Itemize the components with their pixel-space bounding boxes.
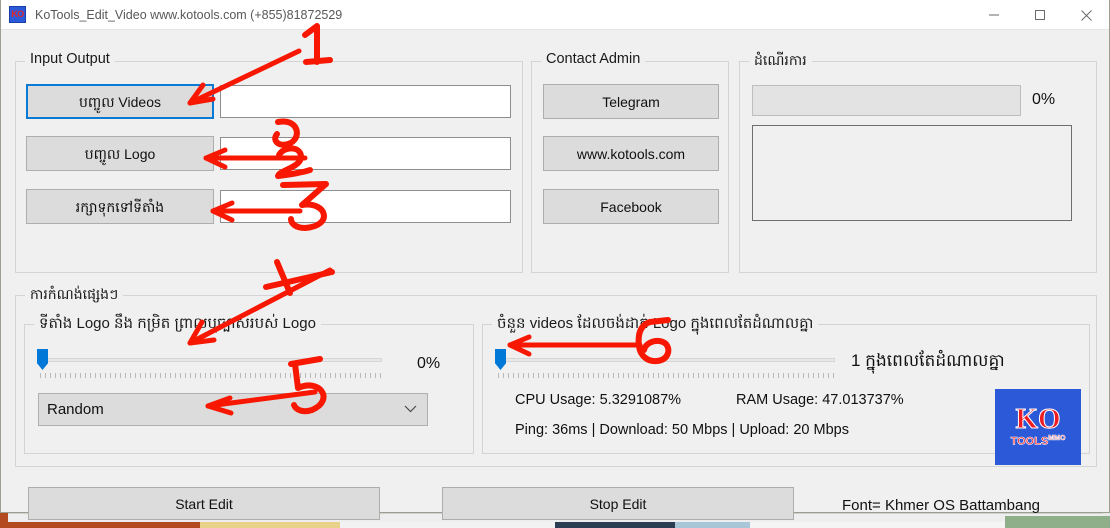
website-button[interactable]: www.kotools.com [543, 136, 719, 171]
client-area: Input Output បញ្ចូល Videos បញ្ចូល Logo រ… [1, 30, 1109, 520]
slider-rail [37, 358, 382, 362]
add-logo-button[interactable]: បញ្ចូល Logo [26, 136, 214, 171]
minimize-icon[interactable] [971, 0, 1017, 30]
kotools-logo-primary: KO [1015, 403, 1061, 436]
group-progress: ដំណើរការ 0% [739, 51, 1097, 273]
videos-path-input[interactable] [220, 85, 511, 118]
group-input-output-label: Input Output [25, 51, 115, 67]
save-location-button[interactable]: រក្សាទុកទៅទីតាំង [26, 189, 214, 224]
app-window: KO KoTools_Edit_Video www.kotools.com (+… [0, 0, 1110, 520]
slider-thumb[interactable] [495, 349, 506, 370]
app-icon-label: KO [11, 9, 24, 19]
facebook-button[interactable]: Facebook [543, 189, 719, 224]
kotools-logo-secondary-text: TOOLS [1010, 435, 1049, 448]
group-concurrency: ចំនួន videos ដែលចង់ដាក់ Logo ក្នុងពេលតែដ… [482, 314, 1090, 465]
ram-usage-label: RAM Usage: 47.013737% [736, 392, 904, 408]
start-edit-button[interactable]: Start Edit [28, 487, 380, 520]
maximize-icon[interactable] [1017, 0, 1063, 30]
logo-position-select[interactable]: Random [38, 393, 428, 426]
screen: KO KoTools_Edit_Video www.kotools.com (+… [0, 0, 1110, 528]
telegram-button-label: Telegram [602, 93, 660, 110]
group-progress-label: ដំណើរការ [749, 51, 812, 72]
app-icon: KO [9, 6, 26, 23]
concurrency-slider[interactable] [495, 349, 835, 379]
cpu-usage-label: CPU Usage: 5.3291087% [515, 392, 682, 408]
group-settings-label: ការកំណង់ផ្សេងៗ [25, 285, 124, 306]
kotools-logo: KO TOOLSMMO [995, 389, 1081, 465]
title-bar[interactable]: KO KoTools_Edit_Video www.kotools.com (+… [1, 0, 1109, 30]
window-title: KoTools_Edit_Video www.kotools.com (+855… [35, 7, 343, 22]
slider-ticks [498, 373, 835, 378]
taskbar-seg [340, 522, 555, 528]
group-settings: ការកំណង់ផ្សេងៗ ទីតាំង Logo នឹង កម្រិត ព្… [15, 285, 1097, 467]
website-button-label: www.kotools.com [576, 145, 686, 162]
group-logo-position: ទីតាំង Logo នឹង កម្រិត ព្រាល​ឬច្បាស់របស់… [24, 314, 474, 454]
telegram-button[interactable]: Telegram [543, 84, 719, 119]
taskbar-seg [200, 522, 340, 528]
slider-thumb[interactable] [37, 349, 48, 370]
slider-rail [495, 358, 835, 362]
group-contact-admin: Contact Admin Telegram www.kotools.com F… [531, 51, 729, 273]
logo-opacity-value: 0% [417, 355, 441, 372]
progress-bar [752, 85, 1021, 116]
network-stats-label: Ping: 36ms | Download: 50 Mbps | Upload:… [515, 422, 849, 438]
group-logo-position-label: ទីតាំង Logo នឹង កម្រិត ព្រាល​ឬច្បាស់របស់… [34, 314, 321, 336]
save-location-button-label: រក្សាទុកទៅទីតាំង [75, 198, 165, 215]
group-input-output: Input Output បញ្ចូល Videos បញ្ចូល Logo រ… [15, 51, 523, 273]
progress-log[interactable] [752, 125, 1072, 221]
add-videos-button[interactable]: បញ្ចូល Videos [26, 84, 214, 119]
stop-edit-button[interactable]: Stop Edit [442, 487, 794, 520]
save-location-input[interactable] [220, 190, 511, 223]
stop-edit-button-label: Stop Edit [589, 495, 647, 512]
chevron-down-icon [404, 404, 417, 416]
add-logo-button-label: បញ្ចូល Logo [84, 145, 156, 162]
desktop-seg-right [1005, 516, 1110, 528]
videos-path-value [221, 86, 510, 100]
facebook-button-label: Facebook [600, 198, 662, 215]
group-concurrency-label: ចំនួន videos ដែលចង់ដាក់ Logo ក្នុងពេលតែដ… [492, 314, 819, 336]
window-controls [971, 0, 1109, 30]
group-contact-admin-label: Contact Admin [541, 51, 646, 67]
logo-opacity-slider[interactable] [37, 349, 382, 379]
taskbar-seg [675, 522, 750, 528]
close-icon[interactable] [1063, 0, 1109, 30]
kotools-logo-superscript: MMO [1048, 434, 1066, 443]
logo-path-input[interactable] [220, 137, 511, 170]
progress-log-text [753, 126, 1071, 136]
logo-path-value [221, 138, 510, 152]
taskbar-seg [0, 522, 200, 528]
logo-position-select-value: Random [47, 401, 104, 418]
kotools-logo-secondary: TOOLSMMO [1010, 434, 1066, 448]
concurrency-value-label: 1 ក្នុងពេលតែដំណាលគ្នា [851, 351, 1005, 370]
start-edit-button-label: Start Edit [175, 495, 233, 512]
taskbar-seg [555, 522, 675, 528]
slider-ticks [40, 373, 382, 378]
add-videos-button-label: បញ្ចូល Videos [79, 93, 161, 110]
progress-percent: 0% [1032, 91, 1056, 108]
save-location-value [221, 191, 510, 205]
font-note-label: Font= Khmer OS Battambang [842, 497, 1041, 514]
